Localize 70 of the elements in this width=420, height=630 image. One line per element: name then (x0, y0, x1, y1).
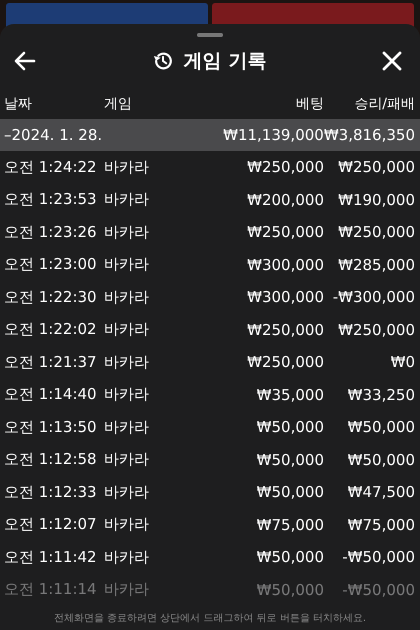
bet-cell-text: ₩250,000 (246, 353, 324, 372)
time-cell-text: 오전 1:12:33 (4, 482, 98, 502)
time-cell-text: 오전 1:13:50 (4, 418, 98, 437)
result-cell-text: ₩75,000 (346, 516, 415, 534)
result-cell-text: ₩47,500 (346, 483, 415, 502)
back-arrow-icon (14, 51, 36, 71)
time-cell-text: 오전 1:11:14 (4, 580, 98, 600)
bet-cell-text: ₩50,000 (256, 483, 324, 502)
game-cell-text: 바카라 (104, 515, 150, 534)
column-header: 베팅 (295, 95, 324, 113)
bet-cell-text: ₩50,000 (256, 548, 324, 566)
game-cell-text: 바카라 (104, 190, 150, 210)
bet-cell-text: ₩35,000 (256, 386, 324, 404)
bet-cell-text: ₩250,000 (246, 320, 324, 339)
time-cell-text: 오전 1:22:02 (4, 320, 98, 340)
time-cell-text: 오전 1:24:22 (4, 158, 98, 177)
game-cell-text: 바카라 (104, 482, 150, 502)
bet-cell-text: ₩300,000 (246, 288, 324, 306)
result-cell-text: -₩50,000 (341, 580, 415, 599)
time-cell-text: 오전 1:23:53 (4, 190, 98, 210)
game-cell-text: 바카라 (104, 548, 150, 567)
result-cell-text: ₩190,000 (337, 190, 415, 209)
column-header: 승리/패배 (353, 95, 415, 113)
game-cell-text: 바카라 (104, 320, 150, 340)
result-cell-text: ₩0 (390, 353, 415, 372)
time-cell-text: 오전 1:22:30 (4, 288, 98, 307)
time-cell-text: 오전 1:23:26 (4, 222, 98, 242)
column-header: 날짜 (4, 95, 33, 113)
close-icon (382, 51, 402, 71)
result-cell-text: ₩33,250 (346, 386, 415, 404)
time-cell-text: 오전 1:12:58 (4, 450, 98, 470)
column-header: 게임 (104, 95, 133, 113)
total-bet: ₩11,139,000 (222, 126, 324, 144)
bet-cell-text: ₩50,000 (256, 580, 324, 599)
date-summary-row[interactable]: –2024. 1. 28. ₩11,139,000₩3,816,350 (0, 119, 420, 151)
drag-handle[interactable] (197, 33, 223, 37)
game-cell-text: 바카라 (104, 352, 150, 372)
game-cell-text: 바카라 (104, 450, 150, 470)
bet-cell-text: ₩250,000 (246, 223, 324, 242)
result-cell-text: ₩250,000 (337, 223, 415, 242)
result-cell-text: -₩50,000 (341, 548, 415, 566)
game-cell-text: 바카라 (104, 222, 150, 242)
game-cell-text: 바카라 (104, 418, 150, 437)
bet-cell-text: ₩50,000 (256, 418, 324, 436)
game-cell-text: 바카라 (104, 255, 150, 274)
total-result: ₩3,816,350 (324, 126, 415, 144)
result-cell-text: ₩250,000 (337, 320, 415, 339)
date-label: –2024. 1. 28. (4, 126, 104, 144)
result-cell-text: ₩250,000 (337, 158, 415, 176)
time-cell-text: 오전 1:21:37 (4, 352, 98, 372)
game-cell-text: 바카라 (104, 158, 150, 177)
bet-cell-text: ₩200,000 (246, 190, 324, 209)
bet-cell-text: ₩300,000 (246, 256, 324, 274)
time-cell-text: 오전 1:14:40 (4, 385, 98, 404)
result-cell-text: -₩300,000 (332, 288, 415, 306)
result-cell-text: ₩50,000 (346, 418, 415, 436)
game-cell-text: 바카라 (104, 385, 150, 404)
time-cell-text: 오전 1:12:07 (4, 515, 98, 534)
result-cell-text: ₩50,000 (346, 450, 415, 469)
toast-message: 전체화면을 종료하려면 상단에서 드래그하여 뒤로 버튼을 터치하세요. (54, 612, 366, 625)
bet-cell-text: ₩75,000 (256, 516, 324, 534)
result-cell-text: ₩285,000 (337, 256, 415, 274)
game-cell-text: 바카라 (104, 580, 150, 600)
game-cell-text: 바카라 (104, 288, 150, 307)
time-cell-text: 오전 1:11:42 (4, 548, 98, 567)
time-cell-text: 오전 1:23:00 (4, 255, 98, 274)
history-icon (152, 50, 174, 72)
bet-cell-text: ₩250,000 (246, 158, 324, 176)
bet-cell-text: ₩50,000 (256, 450, 324, 469)
sheet-title: 게임 기록 (184, 49, 266, 74)
